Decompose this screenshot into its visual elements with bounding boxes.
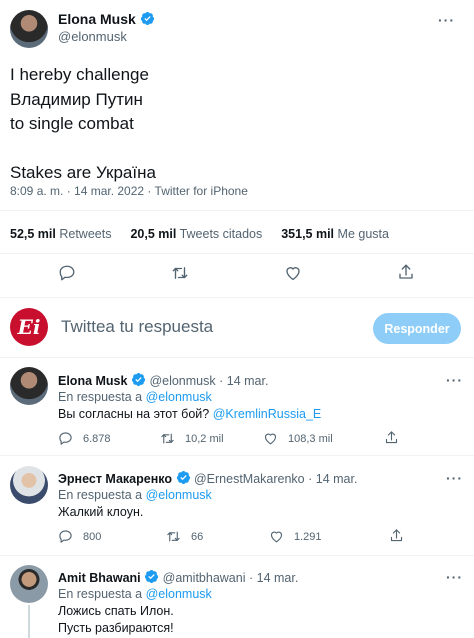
like-icon[interactable] <box>284 264 302 282</box>
reply-author-handle[interactable]: @ErnestMakarenko <box>194 472 305 486</box>
tweet-text-line: to single combat <box>10 114 134 133</box>
reply-icon[interactable] <box>58 264 76 282</box>
more-options-icon[interactable]: ··· <box>446 372 463 388</box>
like-icon[interactable] <box>263 431 278 446</box>
tweet-text-line <box>10 137 156 162</box>
likes-stat[interactable]: 351,5 mil Me gusta <box>281 227 389 241</box>
reply-context: En respuesta a @elonmusk <box>58 390 212 404</box>
retweet-icon[interactable] <box>166 529 181 544</box>
more-options-icon[interactable]: ··· <box>446 569 463 585</box>
reply-header: Эрнест Макаренко @ErnestMakarenko · 14 m… <box>58 470 357 486</box>
author-avatar[interactable] <box>10 10 48 48</box>
tweet-text-line: I hereby challenge <box>10 65 149 84</box>
reply-date[interactable]: · 14 mar. <box>219 374 268 388</box>
reply-author-name[interactable]: Elona Musk <box>58 374 127 388</box>
reply-author-name[interactable]: Amit Bhawani <box>58 571 141 585</box>
reply-icon[interactable] <box>58 431 73 446</box>
like-icon[interactable] <box>269 529 284 544</box>
reply-header: Elona Musk @elonmusk · 14 mar. <box>58 372 268 388</box>
divider <box>0 357 474 358</box>
tweet-text: I hereby challenge Владимир Путин to sin… <box>10 63 156 186</box>
logo-text: Ei <box>17 315 41 339</box>
reply-to-link[interactable]: @elonmusk <box>146 587 212 601</box>
verified-badge-icon <box>176 470 191 485</box>
reply-header: Amit Bhawani @amitbhawani · 14 mar. <box>58 569 298 585</box>
verified-badge-icon <box>131 372 146 387</box>
retweet-count: 66 <box>191 531 204 543</box>
more-options-icon[interactable]: ··· <box>446 470 463 486</box>
reply-count: 6.878 <box>83 433 111 445</box>
retweet-icon[interactable] <box>171 264 189 282</box>
tweet-text-line: Stakes are Україна <box>10 163 156 182</box>
divider <box>0 555 474 556</box>
share-icon[interactable] <box>384 430 399 445</box>
reply-author-avatar[interactable] <box>10 466 48 504</box>
verified-badge-icon <box>140 11 155 26</box>
retweet-icon[interactable] <box>160 431 175 446</box>
reply-context: En respuesta a @elonmusk <box>58 587 212 601</box>
verified-badge-icon <box>144 569 159 584</box>
reply-text: Жалкий клоун. <box>58 505 144 519</box>
tweet-text-line: Владимир Путин <box>10 89 143 109</box>
quotes-stat[interactable]: 20,5 mil Tweets citados <box>130 227 262 241</box>
share-icon[interactable] <box>389 528 404 543</box>
author-name[interactable]: Elona Musk <box>58 11 136 27</box>
tweet-stats: 52,5 mil Retweets 20,5 mil Tweets citado… <box>10 227 389 241</box>
author-name-row[interactable]: Elona Musk <box>58 11 155 29</box>
current-user-avatar[interactable]: Ei <box>10 308 48 346</box>
mention-link[interactable]: @KremlinRussia_E <box>213 407 322 421</box>
reply-count: 800 <box>83 531 102 543</box>
author-handle[interactable]: @elonmusk <box>58 29 127 44</box>
divider <box>0 210 474 211</box>
like-count: 108,3 mil <box>288 433 333 445</box>
reply-date[interactable]: · 14 mar. <box>249 571 298 585</box>
retweets-stat[interactable]: 52,5 mil Retweets <box>10 227 111 241</box>
retweet-count: 10,2 mil <box>185 433 224 445</box>
reply-input[interactable]: Twittea tu respuesta <box>61 317 213 337</box>
reply-author-avatar[interactable] <box>10 367 48 405</box>
more-options-icon[interactable]: ··· <box>438 12 455 28</box>
reply-author-name[interactable]: Эрнест Макаренко <box>58 472 172 486</box>
reply-text: Ложись спать Илон. Пусть разбираются! <box>58 604 174 635</box>
tweet-meta[interactable]: 8:09 a. m. · 14 mar. 2022 · Twitter for … <box>10 184 248 198</box>
reply-author-handle[interactable]: @amitbhawani <box>163 571 246 585</box>
reply-button[interactable]: Responder <box>373 313 461 344</box>
reply-date[interactable]: · 14 mar. <box>308 472 357 486</box>
reply-author-handle[interactable]: @elonmusk <box>149 374 215 388</box>
thread-line <box>28 605 30 638</box>
divider <box>0 253 474 254</box>
divider <box>0 297 474 298</box>
reply-icon[interactable] <box>58 529 73 544</box>
reply-author-avatar[interactable] <box>10 565 48 603</box>
reply-text: Вы согласны на этот бой? @KremlinRussia_… <box>58 407 322 421</box>
divider <box>0 455 474 456</box>
reply-context: En respuesta a @elonmusk <box>58 488 212 502</box>
reply-to-link[interactable]: @elonmusk <box>146 488 212 502</box>
like-count: 1.291 <box>294 531 322 543</box>
share-icon[interactable] <box>397 263 415 281</box>
reply-to-link[interactable]: @elonmusk <box>146 390 212 404</box>
